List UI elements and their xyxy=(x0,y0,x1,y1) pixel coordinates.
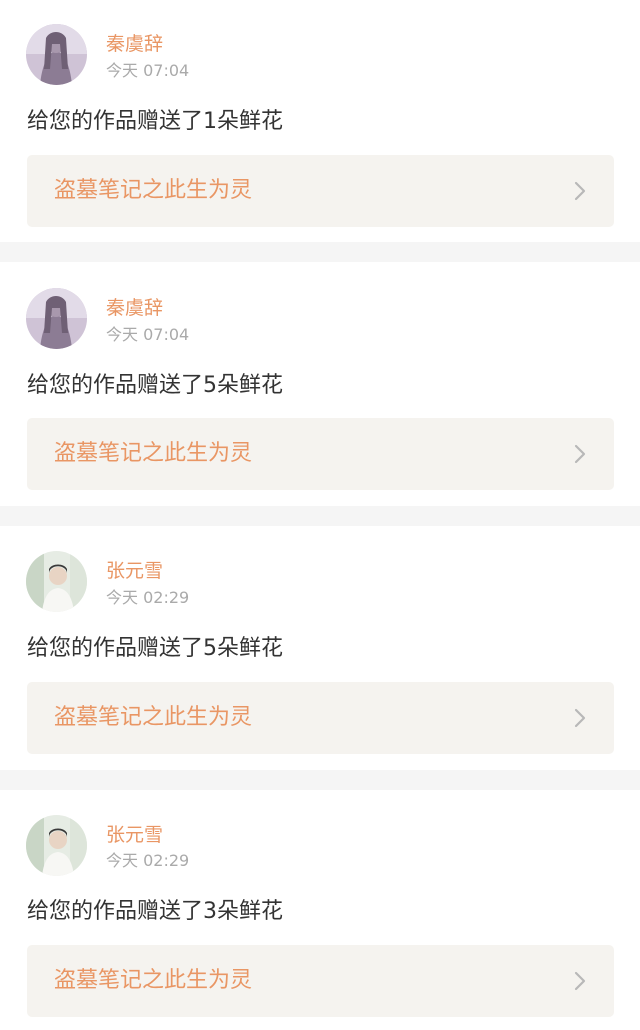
work-title: 盗墓笔记之此生为灵 xyxy=(54,968,253,993)
avatar[interactable] xyxy=(26,815,87,876)
gift-message: 给您的作品赠送了3朵鲜花 xyxy=(27,899,283,924)
gift-message: 给您的作品赠送了5朵鲜花 xyxy=(27,636,283,661)
gift-message: 给您的作品赠送了5朵鲜花 xyxy=(27,373,283,398)
username[interactable]: 秦虞辞 xyxy=(106,32,163,56)
notification-card: 秦虞辞 今天 07:04 给您的作品赠送了5朵鲜花 盗墓笔记之此生为灵 xyxy=(0,262,640,506)
card-separator xyxy=(0,770,640,790)
avatar[interactable] xyxy=(26,24,87,85)
chevron-right-icon xyxy=(574,708,586,728)
work-title: 盗墓笔记之此生为灵 xyxy=(54,178,253,203)
timestamp: 今天 07:04 xyxy=(106,325,190,344)
username[interactable]: 张元雪 xyxy=(106,559,163,583)
notification-card: 秦虞辞 今天 07:04 给您的作品赠送了1朵鲜花 盗墓笔记之此生为灵 xyxy=(0,0,640,242)
card-separator xyxy=(0,242,640,262)
avatar[interactable] xyxy=(26,288,87,349)
chevron-right-icon xyxy=(574,444,586,464)
chevron-right-icon xyxy=(574,971,586,991)
work-link[interactable]: 盗墓笔记之此生为灵 xyxy=(27,418,614,490)
timestamp: 今天 02:29 xyxy=(106,588,190,607)
card-separator xyxy=(0,506,640,526)
work-link[interactable]: 盗墓笔记之此生为灵 xyxy=(27,945,614,1017)
chevron-right-icon xyxy=(574,181,586,201)
boy-portrait-avatar-icon xyxy=(26,815,87,876)
boy-portrait-avatar-icon xyxy=(26,551,87,612)
purple-portrait-avatar-icon xyxy=(26,24,87,85)
work-title: 盗墓笔记之此生为灵 xyxy=(54,705,253,730)
gift-message: 给您的作品赠送了1朵鲜花 xyxy=(27,109,283,134)
purple-portrait-avatar-icon xyxy=(26,288,87,349)
notification-card: 张元雪 今天 02:29 给您的作品赠送了5朵鲜花 盗墓笔记之此生为灵 xyxy=(0,526,640,770)
timestamp: 今天 07:04 xyxy=(106,61,190,80)
work-title: 盗墓笔记之此生为灵 xyxy=(54,441,253,466)
work-link[interactable]: 盗墓笔记之此生为灵 xyxy=(27,155,614,227)
notification-card: 张元雪 今天 02:29 给您的作品赠送了3朵鲜花 盗墓笔记之此生为灵 xyxy=(0,790,640,1030)
avatar[interactable] xyxy=(26,551,87,612)
username[interactable]: 秦虞辞 xyxy=(106,296,163,320)
work-link[interactable]: 盗墓笔记之此生为灵 xyxy=(27,682,614,754)
timestamp: 今天 02:29 xyxy=(106,851,190,870)
username[interactable]: 张元雪 xyxy=(106,823,163,847)
